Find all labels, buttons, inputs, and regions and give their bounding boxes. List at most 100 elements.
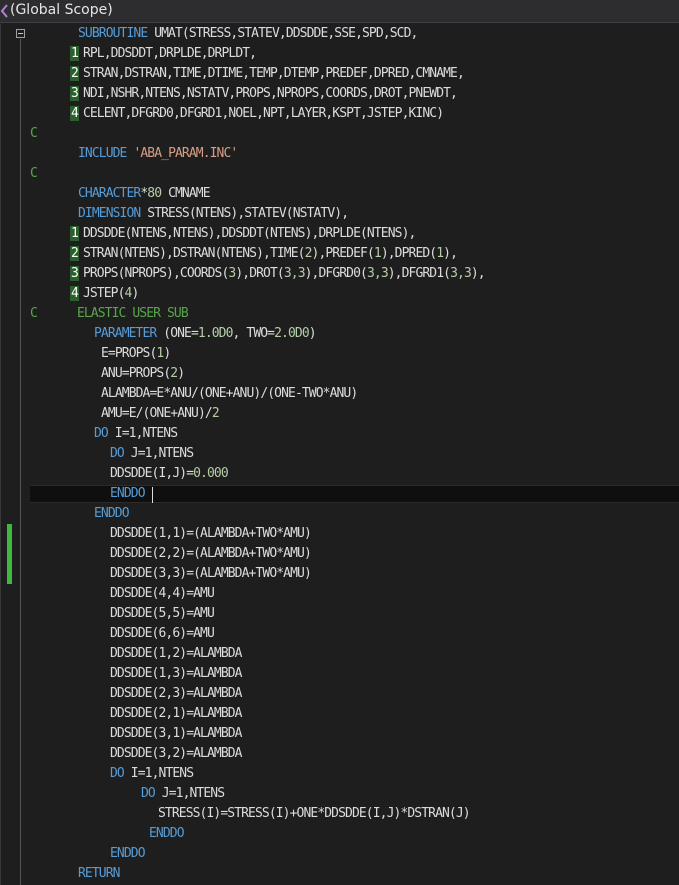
code-text: ), [443,246,458,261]
code-line: DDSDDE(5,5)=AMU [110,606,215,621]
code-text: ) [177,366,185,381]
code-line: 1 RPL,DDSDDT,DRPLDE,DRPLDT, [70,44,257,64]
number-literal: 1.0D0 [197,326,234,341]
code-text: ANU=PROPS( [101,366,171,381]
code-line: ENDDO [94,506,130,521]
keyword: DO [110,446,125,461]
code-text: ),DFGRD1( [387,266,451,281]
continuation-marker: 2 [70,246,79,261]
comment-line: C [30,126,38,141]
keyword: DO [141,786,156,801]
code-line: DDSDDE(3,1)=ALAMBDA [110,726,243,741]
code-line: ENDDO [110,846,146,861]
code-line: 2 STRAN,DSTRAN,TIME,DTIME,TEMP,DTEMP,PRED… [70,64,465,84]
number-literal: 3,3 [450,266,472,281]
code-line: RETURN [78,866,120,881]
code-text: , TWO= [232,326,275,341]
code-line: DDSDDE(1,2)=ALAMBDA [110,646,243,661]
code-text: RPL,DDSDDT,DRPLDE,DRPLDT, [82,46,257,61]
scope-icon [0,4,8,18]
code-line: ENDDO [110,486,146,501]
continuation-marker: 4 [70,106,79,121]
code-line: 4 CELENT,DFGRD0,DFGRD1,NOEL,NPT,LAYER,KSP… [70,104,444,124]
code-line: DO J=1,NTENS [141,784,225,804]
code-text: CELENT,DFGRD0,DFGRD1,NOEL,NPT,LAYER,KSPT… [82,106,444,121]
code-text: ),DPRED( [380,246,437,261]
code-line: DO I=1,NTENS [110,764,194,784]
continuation-marker: 4 [70,286,79,301]
code-line: AMU=E/(ONE+ANU)/2 [101,404,220,424]
scope-label: (Global Scope) [10,2,113,18]
code-text: ) [308,326,317,341]
code-line: ENDDO [149,826,185,841]
comment-line: C ELASTIC USER SUB [30,304,189,324]
code-text: ),DFGRD0( [304,266,368,281]
number-literal: 1 [373,246,382,261]
code-text: STRAN(NTENS),DSTRAN(NTENS),TIME( [82,246,306,261]
code-line: E=PROPS(1) [101,344,171,364]
code-line: CHARACTER*80 CMNAME [78,184,211,204]
code-line: 3 NDI,NSHR,NTENS,NSTATV,PROPS,NPROPS,COOR… [70,84,458,104]
code-line: DDSDDE(1,1)=(ALAMBDA+TWO*AMU) [110,526,312,541]
code-line: INCLUDE 'ABA_PARAM.INC' [78,144,238,164]
code-text: ) [163,346,171,361]
keyword: CHARACTER [78,186,141,201]
keyword: SUBROUTINE [78,26,148,41]
code-line: DDSDDE(I,J)=0.000 [110,464,229,484]
continuation-marker: 1 [70,226,79,241]
continuation-marker: 3 [70,86,79,101]
code-text: DDSDDE(I,J)= [110,466,194,481]
code-line: DDSDDE(3,3)=(ALAMBDA+TWO*AMU) [110,566,312,581]
code-line: 2 STRAN(NTENS),DSTRAN(NTENS),TIME(2),PRED… [70,244,458,264]
scope-dropdown[interactable]: (Global Scope) [0,0,679,23]
code-line: ALAMBDA=E*ANU/(ONE+ANU)/(ONE-TWO*ANU) [101,386,358,401]
code-text: UMAT(STRESS,STATEV,DDSDDE,SSE,SPD,SCD, [147,26,418,41]
code-text: STRESS(NTENS),STATEV(NSTATV), [140,206,349,221]
code-text: I=1,NTENS [123,766,194,781]
code-text: E=PROPS( [101,346,157,361]
code-text: NDI,NSHR,NTENS,NSTATV,PROPS,NPROPS,COORD… [82,86,458,101]
code-text: STRAN,DSTRAN,TIME,DTIME,TEMP,DTEMP,PREDE… [82,66,465,81]
code-line: DIMENSION STRESS(NTENS),STATEV(NSTATV), [78,204,349,224]
code-text: PROPS(NPROPS),COORDS( [82,266,229,281]
continuation-marker: 3 [70,266,79,281]
number-literal: 3,3 [366,266,389,281]
code-editor[interactable]: SUBROUTINE UMAT(STRESS,STATEV,DDSDDE,SSE… [0,24,679,885]
code-text: JSTEP( [82,286,125,301]
continuation-marker: 2 [70,66,79,81]
gutter-border [0,24,1,885]
string-literal: 'ABA_PARAM.INC' [133,146,238,161]
comment-text: ELASTIC USER SUB [76,306,189,321]
keyword: DO [94,426,109,441]
code-text: (ONE= [156,326,199,341]
continuation-marker: 1 [70,46,79,61]
change-marker [7,524,12,584]
code-text: J=1,NTENS [154,786,225,801]
text-cursor [152,487,153,503]
code-line: PARAMETER (ONE=1.0D0, TWO=2.0D0) [94,324,317,344]
number-literal: 0.000 [193,466,229,481]
keyword: DO [110,766,125,781]
number-literal: 2 [304,246,313,261]
comment-marker: C [30,306,38,321]
collapse-icon[interactable] [16,29,25,38]
code-text: I=1,NTENS [107,426,178,441]
code-text: J=1,NTENS [123,446,194,461]
code-text: ) [131,286,139,301]
code-text: DDSDDE(NTENS,NTENS),DDSDDT(NTENS),DRPLDE… [82,226,416,241]
number-literal: 2.0D0 [274,326,310,341]
code-line: DDSDDE(4,4)=AMU [110,586,215,601]
code-line: DDSDDE(2,1)=ALAMBDA [110,706,243,721]
code-text: CMNAME [161,186,210,201]
code-line: 3 PROPS(NPROPS),COORDS(3),DROT(3,3),DFGRD… [70,264,486,284]
code-text: AMU=E/(ONE+ANU)/ [101,406,213,421]
code-text: ), [470,266,486,281]
code-line: ANU=PROPS(2) [101,364,185,384]
number-literal: 2 [211,406,220,421]
code-line: DDSDDE(2,3)=ALAMBDA [110,686,243,701]
keyword: PARAMETER [94,326,157,341]
code-line: SUBROUTINE UMAT(STRESS,STATEV,DDSDDE,SSE… [78,24,418,44]
code-line: 4 JSTEP(4) [70,284,139,304]
code-line: DDSDDE(3,2)=ALAMBDA [110,746,243,761]
number-literal: 80 [147,186,162,201]
